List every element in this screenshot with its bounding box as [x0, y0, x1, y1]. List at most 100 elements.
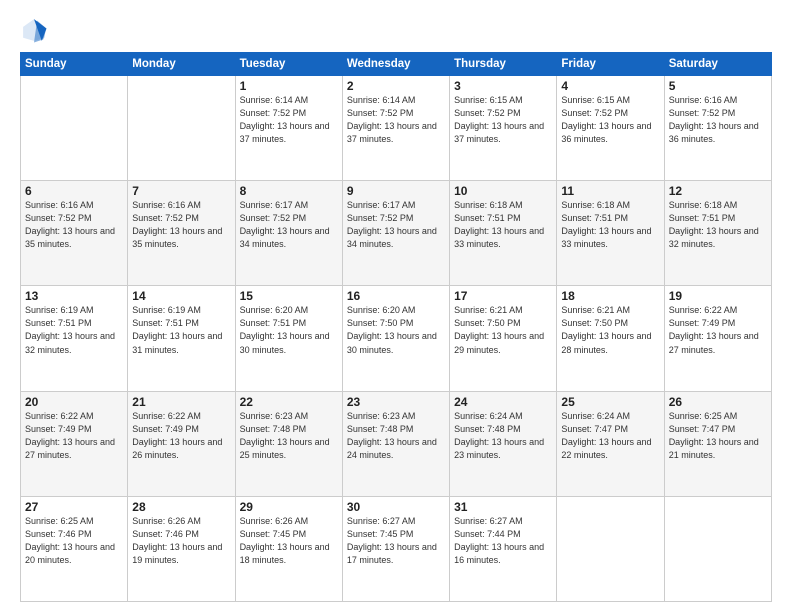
- day-cell: 11Sunrise: 6:18 AM Sunset: 7:51 PM Dayli…: [557, 181, 664, 286]
- day-info: Sunrise: 6:19 AM Sunset: 7:51 PM Dayligh…: [132, 304, 230, 356]
- day-number: 15: [240, 289, 338, 303]
- weekday-header-thursday: Thursday: [450, 53, 557, 76]
- day-info: Sunrise: 6:18 AM Sunset: 7:51 PM Dayligh…: [669, 199, 767, 251]
- day-cell: 30Sunrise: 6:27 AM Sunset: 7:45 PM Dayli…: [342, 496, 449, 601]
- calendar: SundayMondayTuesdayWednesdayThursdayFrid…: [20, 52, 772, 602]
- day-number: 5: [669, 79, 767, 93]
- day-number: 7: [132, 184, 230, 198]
- day-info: Sunrise: 6:25 AM Sunset: 7:46 PM Dayligh…: [25, 515, 123, 567]
- day-cell: 23Sunrise: 6:23 AM Sunset: 7:48 PM Dayli…: [342, 391, 449, 496]
- day-cell: 7Sunrise: 6:16 AM Sunset: 7:52 PM Daylig…: [128, 181, 235, 286]
- weekday-header-monday: Monday: [128, 53, 235, 76]
- day-info: Sunrise: 6:14 AM Sunset: 7:52 PM Dayligh…: [240, 94, 338, 146]
- day-cell: 2Sunrise: 6:14 AM Sunset: 7:52 PM Daylig…: [342, 76, 449, 181]
- day-info: Sunrise: 6:21 AM Sunset: 7:50 PM Dayligh…: [454, 304, 552, 356]
- day-cell: [21, 76, 128, 181]
- day-cell: 12Sunrise: 6:18 AM Sunset: 7:51 PM Dayli…: [664, 181, 771, 286]
- day-number: 23: [347, 395, 445, 409]
- day-number: 9: [347, 184, 445, 198]
- day-cell: 8Sunrise: 6:17 AM Sunset: 7:52 PM Daylig…: [235, 181, 342, 286]
- day-info: Sunrise: 6:25 AM Sunset: 7:47 PM Dayligh…: [669, 410, 767, 462]
- week-row-5: 27Sunrise: 6:25 AM Sunset: 7:46 PM Dayli…: [21, 496, 772, 601]
- day-cell: 5Sunrise: 6:16 AM Sunset: 7:52 PM Daylig…: [664, 76, 771, 181]
- day-number: 24: [454, 395, 552, 409]
- day-info: Sunrise: 6:20 AM Sunset: 7:51 PM Dayligh…: [240, 304, 338, 356]
- day-cell: 3Sunrise: 6:15 AM Sunset: 7:52 PM Daylig…: [450, 76, 557, 181]
- week-row-1: 1Sunrise: 6:14 AM Sunset: 7:52 PM Daylig…: [21, 76, 772, 181]
- weekday-header-tuesday: Tuesday: [235, 53, 342, 76]
- day-number: 17: [454, 289, 552, 303]
- day-info: Sunrise: 6:22 AM Sunset: 7:49 PM Dayligh…: [132, 410, 230, 462]
- page: SundayMondayTuesdayWednesdayThursdayFrid…: [0, 0, 792, 612]
- weekday-header-wednesday: Wednesday: [342, 53, 449, 76]
- day-cell: 1Sunrise: 6:14 AM Sunset: 7:52 PM Daylig…: [235, 76, 342, 181]
- day-cell: 10Sunrise: 6:18 AM Sunset: 7:51 PM Dayli…: [450, 181, 557, 286]
- weekday-header-saturday: Saturday: [664, 53, 771, 76]
- day-number: 25: [561, 395, 659, 409]
- day-info: Sunrise: 6:27 AM Sunset: 7:45 PM Dayligh…: [347, 515, 445, 567]
- day-number: 27: [25, 500, 123, 514]
- day-info: Sunrise: 6:18 AM Sunset: 7:51 PM Dayligh…: [454, 199, 552, 251]
- day-number: 3: [454, 79, 552, 93]
- day-cell: 17Sunrise: 6:21 AM Sunset: 7:50 PM Dayli…: [450, 286, 557, 391]
- day-cell: [128, 76, 235, 181]
- day-cell: [664, 496, 771, 601]
- day-cell: 21Sunrise: 6:22 AM Sunset: 7:49 PM Dayli…: [128, 391, 235, 496]
- day-number: 22: [240, 395, 338, 409]
- day-number: 29: [240, 500, 338, 514]
- day-cell: 16Sunrise: 6:20 AM Sunset: 7:50 PM Dayli…: [342, 286, 449, 391]
- day-cell: 28Sunrise: 6:26 AM Sunset: 7:46 PM Dayli…: [128, 496, 235, 601]
- day-info: Sunrise: 6:16 AM Sunset: 7:52 PM Dayligh…: [25, 199, 123, 251]
- day-cell: 13Sunrise: 6:19 AM Sunset: 7:51 PM Dayli…: [21, 286, 128, 391]
- day-info: Sunrise: 6:15 AM Sunset: 7:52 PM Dayligh…: [561, 94, 659, 146]
- day-info: Sunrise: 6:15 AM Sunset: 7:52 PM Dayligh…: [454, 94, 552, 146]
- weekday-header-friday: Friday: [557, 53, 664, 76]
- day-number: 2: [347, 79, 445, 93]
- logo: [20, 16, 52, 44]
- day-cell: 27Sunrise: 6:25 AM Sunset: 7:46 PM Dayli…: [21, 496, 128, 601]
- day-info: Sunrise: 6:16 AM Sunset: 7:52 PM Dayligh…: [132, 199, 230, 251]
- day-number: 30: [347, 500, 445, 514]
- weekday-header-sunday: Sunday: [21, 53, 128, 76]
- week-row-2: 6Sunrise: 6:16 AM Sunset: 7:52 PM Daylig…: [21, 181, 772, 286]
- day-info: Sunrise: 6:23 AM Sunset: 7:48 PM Dayligh…: [240, 410, 338, 462]
- day-number: 21: [132, 395, 230, 409]
- day-number: 13: [25, 289, 123, 303]
- day-number: 6: [25, 184, 123, 198]
- day-cell: [557, 496, 664, 601]
- day-cell: 22Sunrise: 6:23 AM Sunset: 7:48 PM Dayli…: [235, 391, 342, 496]
- day-number: 19: [669, 289, 767, 303]
- weekday-header-row: SundayMondayTuesdayWednesdayThursdayFrid…: [21, 53, 772, 76]
- day-info: Sunrise: 6:27 AM Sunset: 7:44 PM Dayligh…: [454, 515, 552, 567]
- day-number: 4: [561, 79, 659, 93]
- day-info: Sunrise: 6:26 AM Sunset: 7:46 PM Dayligh…: [132, 515, 230, 567]
- day-cell: 25Sunrise: 6:24 AM Sunset: 7:47 PM Dayli…: [557, 391, 664, 496]
- day-info: Sunrise: 6:18 AM Sunset: 7:51 PM Dayligh…: [561, 199, 659, 251]
- day-number: 14: [132, 289, 230, 303]
- day-cell: 31Sunrise: 6:27 AM Sunset: 7:44 PM Dayli…: [450, 496, 557, 601]
- day-number: 1: [240, 79, 338, 93]
- day-number: 12: [669, 184, 767, 198]
- day-cell: 26Sunrise: 6:25 AM Sunset: 7:47 PM Dayli…: [664, 391, 771, 496]
- day-info: Sunrise: 6:19 AM Sunset: 7:51 PM Dayligh…: [25, 304, 123, 356]
- day-cell: 14Sunrise: 6:19 AM Sunset: 7:51 PM Dayli…: [128, 286, 235, 391]
- day-info: Sunrise: 6:22 AM Sunset: 7:49 PM Dayligh…: [25, 410, 123, 462]
- day-info: Sunrise: 6:24 AM Sunset: 7:48 PM Dayligh…: [454, 410, 552, 462]
- day-number: 26: [669, 395, 767, 409]
- day-info: Sunrise: 6:17 AM Sunset: 7:52 PM Dayligh…: [240, 199, 338, 251]
- day-cell: 15Sunrise: 6:20 AM Sunset: 7:51 PM Dayli…: [235, 286, 342, 391]
- header: [20, 16, 772, 44]
- day-number: 18: [561, 289, 659, 303]
- day-cell: 24Sunrise: 6:24 AM Sunset: 7:48 PM Dayli…: [450, 391, 557, 496]
- week-row-4: 20Sunrise: 6:22 AM Sunset: 7:49 PM Dayli…: [21, 391, 772, 496]
- day-info: Sunrise: 6:17 AM Sunset: 7:52 PM Dayligh…: [347, 199, 445, 251]
- day-number: 11: [561, 184, 659, 198]
- day-info: Sunrise: 6:23 AM Sunset: 7:48 PM Dayligh…: [347, 410, 445, 462]
- day-info: Sunrise: 6:14 AM Sunset: 7:52 PM Dayligh…: [347, 94, 445, 146]
- day-cell: 29Sunrise: 6:26 AM Sunset: 7:45 PM Dayli…: [235, 496, 342, 601]
- day-cell: 4Sunrise: 6:15 AM Sunset: 7:52 PM Daylig…: [557, 76, 664, 181]
- day-number: 28: [132, 500, 230, 514]
- day-info: Sunrise: 6:16 AM Sunset: 7:52 PM Dayligh…: [669, 94, 767, 146]
- day-cell: 6Sunrise: 6:16 AM Sunset: 7:52 PM Daylig…: [21, 181, 128, 286]
- day-cell: 18Sunrise: 6:21 AM Sunset: 7:50 PM Dayli…: [557, 286, 664, 391]
